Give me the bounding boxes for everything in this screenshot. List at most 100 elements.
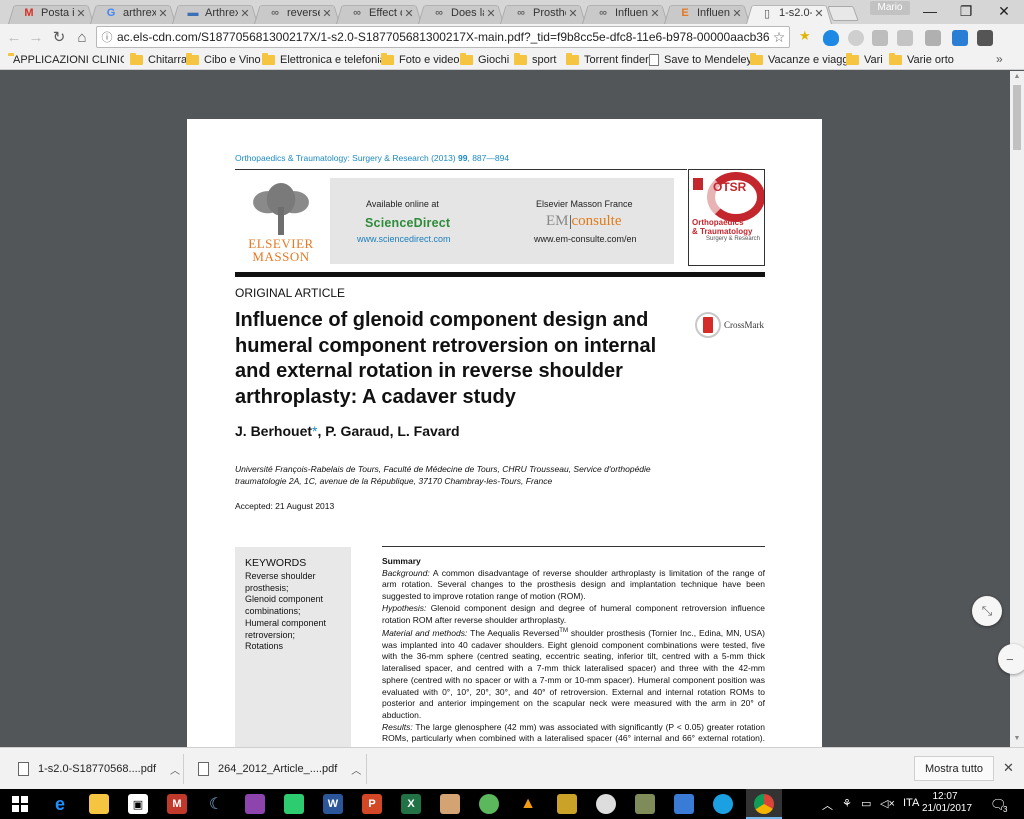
app-icon[interactable]: ☾	[206, 794, 226, 814]
download-item[interactable]: 264_2012_Article_....pdf ︿	[198, 756, 361, 782]
tray-chevron-icon[interactable]: ︿	[822, 797, 833, 813]
extension-grey-icon[interactable]	[925, 30, 941, 46]
tab-close-icon[interactable]: ✕	[484, 7, 498, 20]
bookmarks-overflow-icon[interactable]: »	[996, 52, 1003, 66]
extension-dark-icon[interactable]	[977, 30, 993, 46]
scroll-thumb[interactable]	[1013, 85, 1021, 150]
elsevier-mini-icon	[693, 178, 703, 190]
chevron-up-icon[interactable]: ︿	[170, 762, 180, 777]
tab-close-icon[interactable]: ✕	[648, 7, 662, 20]
tab-title: arthrex	[123, 7, 156, 19]
bookmark-star-icon[interactable]: ☆	[769, 29, 789, 46]
new-tab-button[interactable]	[827, 6, 859, 21]
store-icon[interactable]: ▣	[128, 794, 148, 814]
info-icon[interactable]: ⓘ	[97, 29, 117, 45]
address-bar[interactable]: ⓘ ac.els-cdn.com/S187705681300217X/1-s2.…	[96, 26, 790, 48]
mendeley-icon[interactable]: M	[167, 794, 187, 814]
link-icon: ∞	[271, 7, 279, 19]
app-icon[interactable]	[596, 794, 616, 814]
powerpoint-icon[interactable]: P	[362, 794, 382, 814]
tab-9-active[interactable]: ▯ 1-s2.0-S✕	[746, 2, 832, 24]
bookmark-folder[interactable]: APPLICAZIONI CLINIC	[8, 52, 124, 68]
tab-3[interactable]: ∞ reverse✕	[254, 2, 340, 24]
download-item[interactable]: 1-s2.0-S18770568....pdf ︿	[18, 756, 180, 782]
scroll-down-icon[interactable]: ▼	[1010, 735, 1024, 742]
app-icon[interactable]	[557, 794, 577, 814]
volume-icon[interactable]: ◁×	[880, 797, 895, 810]
reload-icon[interactable]: ↻	[49, 27, 69, 47]
keyword-line: Humeral component	[245, 617, 327, 628]
tab-title: Prosthe	[533, 7, 566, 19]
tab-5[interactable]: ∞ Does la✕	[418, 2, 504, 24]
windows-start-icon[interactable]	[10, 794, 30, 814]
display-icon[interactable]: ▭	[861, 797, 871, 810]
chrome-icon[interactable]	[754, 794, 774, 814]
language-indicator[interactable]: ITA	[903, 797, 919, 809]
tab-8[interactable]: E Influenc✕	[664, 2, 750, 24]
vlc-icon[interactable]: ▲	[518, 794, 538, 814]
download-filename: 264_2012_Article_....pdf	[218, 763, 338, 775]
app-icon[interactable]	[713, 794, 733, 814]
close-window-button[interactable]: ✕	[986, 0, 1022, 22]
tab-2[interactable]: ▬ Arthrex ✕	[172, 2, 258, 24]
file-explorer-icon[interactable]	[89, 794, 109, 814]
fit-to-page-button[interactable]: ⤡	[972, 596, 1002, 626]
bookmark-folder[interactable]: Vari	[846, 52, 883, 68]
extension-blue-icon[interactable]	[952, 30, 968, 46]
tab-close-icon[interactable]: ✕	[812, 7, 826, 20]
extension-grey-icon[interactable]	[897, 30, 913, 46]
home-icon[interactable]: ⌂	[72, 27, 92, 47]
network-icon[interactable]: ⚘	[842, 797, 852, 810]
extension-star-icon[interactable]: ★	[799, 28, 815, 44]
close-download-bar-icon[interactable]: ✕	[1003, 760, 1014, 776]
app-icon[interactable]	[440, 794, 460, 814]
bookmark-folder[interactable]: Varie orto	[889, 52, 954, 68]
em-consulte-url[interactable]: www.em-consulte.com/en	[534, 234, 637, 244]
extension-grey-icon[interactable]	[848, 30, 864, 46]
crossmark-badge[interactable]: CrossMark	[695, 312, 764, 338]
sciencedirect-url[interactable]: www.sciencedirect.com	[357, 234, 451, 244]
edge-icon[interactable]: e	[50, 794, 70, 814]
restore-button[interactable]: ❐	[948, 0, 984, 22]
extension-grey-icon[interactable]	[872, 30, 888, 46]
app-icon[interactable]	[245, 794, 265, 814]
tab-close-icon[interactable]: ✕	[74, 7, 88, 20]
tab-close-icon[interactable]: ✕	[730, 7, 744, 20]
bookmark-folder[interactable]: Vacanze e viaggi	[750, 52, 851, 68]
chevron-up-icon[interactable]: ︿	[351, 762, 361, 777]
app-icon[interactable]	[674, 794, 694, 814]
bookmark-folder[interactable]: Chitarra	[130, 52, 187, 68]
tab-close-icon[interactable]: ✕	[238, 7, 252, 20]
tab-close-icon[interactable]: ✕	[566, 7, 580, 20]
minimize-button[interactable]: —	[912, 0, 948, 22]
bookmark-folder[interactable]: sport	[514, 52, 556, 68]
profile-button[interactable]: Mario	[870, 1, 910, 15]
excel-icon[interactable]: X	[401, 794, 421, 814]
tab-close-icon[interactable]: ✕	[320, 7, 334, 20]
show-all-downloads-button[interactable]: Mostra tutto	[914, 756, 994, 781]
forward-icon[interactable]: →	[26, 27, 46, 47]
bookmark-folder[interactable]: Elettronica e telefonia	[262, 52, 386, 68]
utorrent-icon[interactable]	[479, 794, 499, 814]
tab-7[interactable]: ∞ Influenc✕	[582, 2, 668, 24]
tab-4[interactable]: ∞ Effect o✕	[336, 2, 422, 24]
tab-close-icon[interactable]: ✕	[402, 7, 416, 20]
tab-1[interactable]: Garthrex ✕	[90, 2, 176, 24]
word-icon[interactable]: W	[323, 794, 343, 814]
url-text[interactable]: ac.els-cdn.com/S187705681300217X/1-s2.0-…	[117, 30, 769, 44]
tab-6[interactable]: ∞ Prosthe✕	[500, 2, 586, 24]
extension-cloud-icon[interactable]	[823, 30, 839, 46]
tab-0[interactable]: M Posta in✕	[8, 2, 94, 24]
bookmark-folder[interactable]: Giochi	[460, 52, 509, 68]
bookmark-folder[interactable]: Torrent finder	[566, 52, 649, 68]
bookmark-folder[interactable]: Foto e video	[381, 52, 460, 68]
zoom-out-button[interactable]: −	[998, 644, 1024, 674]
bookmark-link[interactable]: Save to Mendeley	[649, 52, 752, 68]
scroll-up-icon[interactable]: ▲	[1010, 73, 1024, 80]
bookmark-folder[interactable]: Cibo e Vino	[186, 52, 261, 68]
tab-close-icon[interactable]: ✕	[156, 7, 170, 20]
app-icon[interactable]	[284, 794, 304, 814]
back-icon[interactable]: ←	[4, 27, 24, 47]
app-icon[interactable]	[635, 794, 655, 814]
clock[interactable]: 12:07 21/01/2017	[922, 791, 972, 815]
